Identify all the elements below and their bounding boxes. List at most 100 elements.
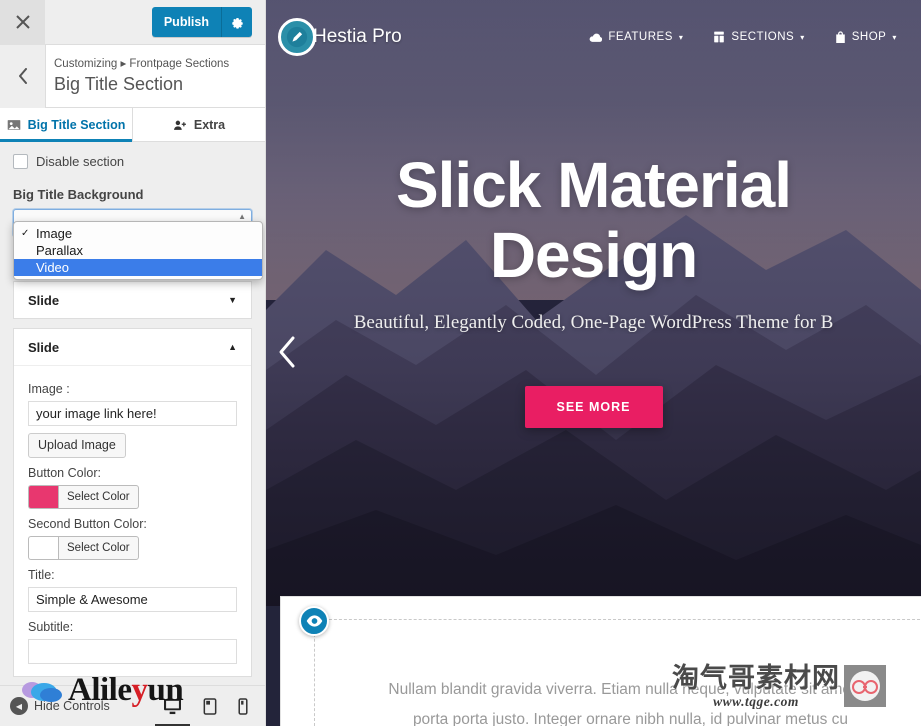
check-icon: ✓	[21, 228, 29, 239]
gear-icon[interactable]	[222, 7, 252, 37]
slide-panel-collapsed: Slide ▼	[13, 281, 252, 319]
below-section-panel: Nullam blandit gravida viverra. Etiam nu…	[280, 596, 921, 726]
eye-glyph	[306, 615, 323, 627]
publish-group: Publish	[152, 7, 252, 37]
slide-panel-title: Slide	[28, 340, 59, 355]
nav-item-sections[interactable]: SECTIONS ▾	[713, 31, 804, 43]
device-desktop-button[interactable]	[163, 698, 182, 715]
back-button[interactable]	[0, 45, 46, 108]
hero-subtitle: Beautiful, Elegantly Coded, One-Page Wor…	[266, 312, 921, 334]
image-icon	[7, 118, 21, 132]
image-link-input[interactable]	[28, 401, 237, 426]
chevron-down-icon: ▼	[228, 295, 237, 305]
nav-item-shop[interactable]: SHOP ▾	[835, 31, 897, 44]
paragraph-line-2: porta porta justo. Integer ornare nibh n…	[341, 705, 920, 726]
chevron-left-icon	[18, 68, 28, 84]
select-color-button[interactable]: Select Color	[58, 536, 139, 560]
cloud-icon	[589, 32, 602, 43]
grid-icon	[713, 31, 725, 43]
pencil-glyph	[286, 26, 308, 48]
subtitle-field-label: Subtitle:	[28, 620, 237, 634]
title-field-label: Title:	[28, 568, 237, 582]
site-preview: Hestia Pro FEATURES ▾ SECTIONS ▾	[266, 0, 921, 726]
slide-panel-header[interactable]: Slide ▼	[14, 282, 251, 318]
bag-icon	[835, 31, 846, 44]
disable-section-label: Disable section	[36, 154, 124, 169]
device-mobile-button[interactable]	[238, 698, 248, 715]
hero-content: Slick Material Design Beautiful, Elegant…	[266, 150, 921, 428]
breadcrumb: Customizing ▸ Frontpage Sections	[54, 57, 229, 72]
screen-root: Hestia Pro FEATURES ▾ SECTIONS ▾	[0, 0, 921, 726]
dropdown-option-parallax[interactable]: Parallax	[14, 242, 262, 259]
collapse-icon: ◀	[10, 697, 28, 715]
slider-prev-button[interactable]	[276, 335, 298, 377]
hero-section: Hestia Pro FEATURES ▾ SECTIONS ▾	[266, 0, 921, 606]
page-title: Big Title Section	[54, 72, 229, 96]
close-icon[interactable]	[0, 0, 45, 45]
hero-title-line2: Design	[266, 220, 921, 290]
hide-controls-button[interactable]: ◀ Hide Controls	[0, 697, 110, 715]
tab-label: Extra	[194, 118, 225, 132]
option-label: Parallax	[36, 243, 83, 258]
image-field-label: Image :	[28, 382, 237, 396]
upload-image-button[interactable]: Upload Image	[28, 433, 126, 458]
button-color-swatch[interactable]	[28, 485, 58, 509]
tablet-icon	[203, 698, 217, 715]
disable-section-checkbox[interactable]	[13, 154, 28, 169]
tab-label: Big Title Section	[28, 118, 126, 132]
background-select-wrapper: ▲▼ ✓ Image Parallax Video	[13, 209, 252, 237]
brand-name: Hestia Pro	[313, 26, 402, 48]
chevron-down-icon: ▾	[800, 33, 805, 42]
button-color-label: Button Color:	[28, 466, 237, 480]
chevron-down-icon: ▾	[679, 33, 684, 42]
nav-items: FEATURES ▾ SECTIONS ▾ SHOP ▾	[589, 31, 921, 44]
subtitle-input[interactable]	[28, 639, 237, 664]
header-titles: Customizing ▸ Frontpage Sections Big Tit…	[46, 57, 229, 96]
second-button-color-picker: Select Color	[28, 536, 237, 560]
chevron-left-icon	[276, 335, 298, 369]
nav-label: SECTIONS	[731, 31, 794, 43]
nav-label: SHOP	[852, 31, 887, 43]
customizer-footer: ◀ Hide Controls	[0, 685, 266, 726]
chevron-down-icon: ▾	[892, 33, 897, 42]
dropdown-option-image[interactable]: ✓ Image	[14, 225, 262, 242]
hestia-logo-icon	[278, 18, 316, 56]
hide-controls-label: Hide Controls	[34, 699, 110, 713]
gear-glyph	[231, 16, 244, 29]
mobile-icon	[238, 698, 248, 715]
disable-section-row: Disable section	[13, 154, 252, 169]
user-plus-icon	[173, 118, 187, 132]
second-button-color-label: Second Button Color:	[28, 517, 237, 531]
title-input[interactable]	[28, 587, 237, 612]
publish-button[interactable]: Publish	[152, 7, 222, 37]
customizer-tabs: Big Title Section Extra	[0, 108, 265, 142]
customizer-controls: Disable section Big Title Background ▲▼ …	[0, 142, 265, 726]
hero-title-line1: Slick Material	[266, 150, 921, 220]
select-color-button[interactable]: Select Color	[58, 485, 139, 509]
close-glyph	[16, 15, 30, 29]
slide-panel-expanded: Slide ▲ Image : Upload Image Button Colo…	[13, 328, 252, 677]
desktop-icon	[163, 698, 182, 715]
customizer-sidebar: Publish Customizing ▸ Frontpage Sections…	[0, 0, 266, 726]
tab-extra[interactable]: Extra	[133, 108, 265, 141]
customizer-topbar: Publish	[0, 0, 265, 45]
big-title-background-label: Big Title Background	[13, 187, 252, 202]
second-button-color-swatch[interactable]	[28, 536, 58, 560]
see-more-button[interactable]: SEE MORE	[525, 386, 663, 428]
customizer-header: Customizing ▸ Frontpage Sections Big Tit…	[0, 45, 265, 108]
site-brand[interactable]: Hestia Pro	[278, 18, 402, 56]
background-select-dropdown: ✓ Image Parallax Video	[13, 221, 263, 280]
device-tablet-button[interactable]	[203, 698, 217, 715]
section-paragraph: Nullam blandit gravida viverra. Etiam nu…	[341, 675, 920, 726]
dropdown-option-video[interactable]: Video	[14, 259, 262, 276]
slide-panel-body: Image : Upload Image Button Color: Selec…	[14, 365, 251, 676]
slide-panel-title: Slide	[28, 293, 59, 308]
chevron-up-icon: ▲	[228, 342, 237, 352]
eye-icon[interactable]	[299, 606, 329, 636]
nav-item-features[interactable]: FEATURES ▾	[589, 31, 683, 43]
nav-label: FEATURES	[608, 31, 673, 43]
tab-big-title-section[interactable]: Big Title Section	[0, 108, 133, 141]
slide-panel-header[interactable]: Slide ▲	[14, 329, 251, 365]
button-color-picker: Select Color	[28, 485, 237, 509]
option-label: Video	[36, 260, 69, 275]
